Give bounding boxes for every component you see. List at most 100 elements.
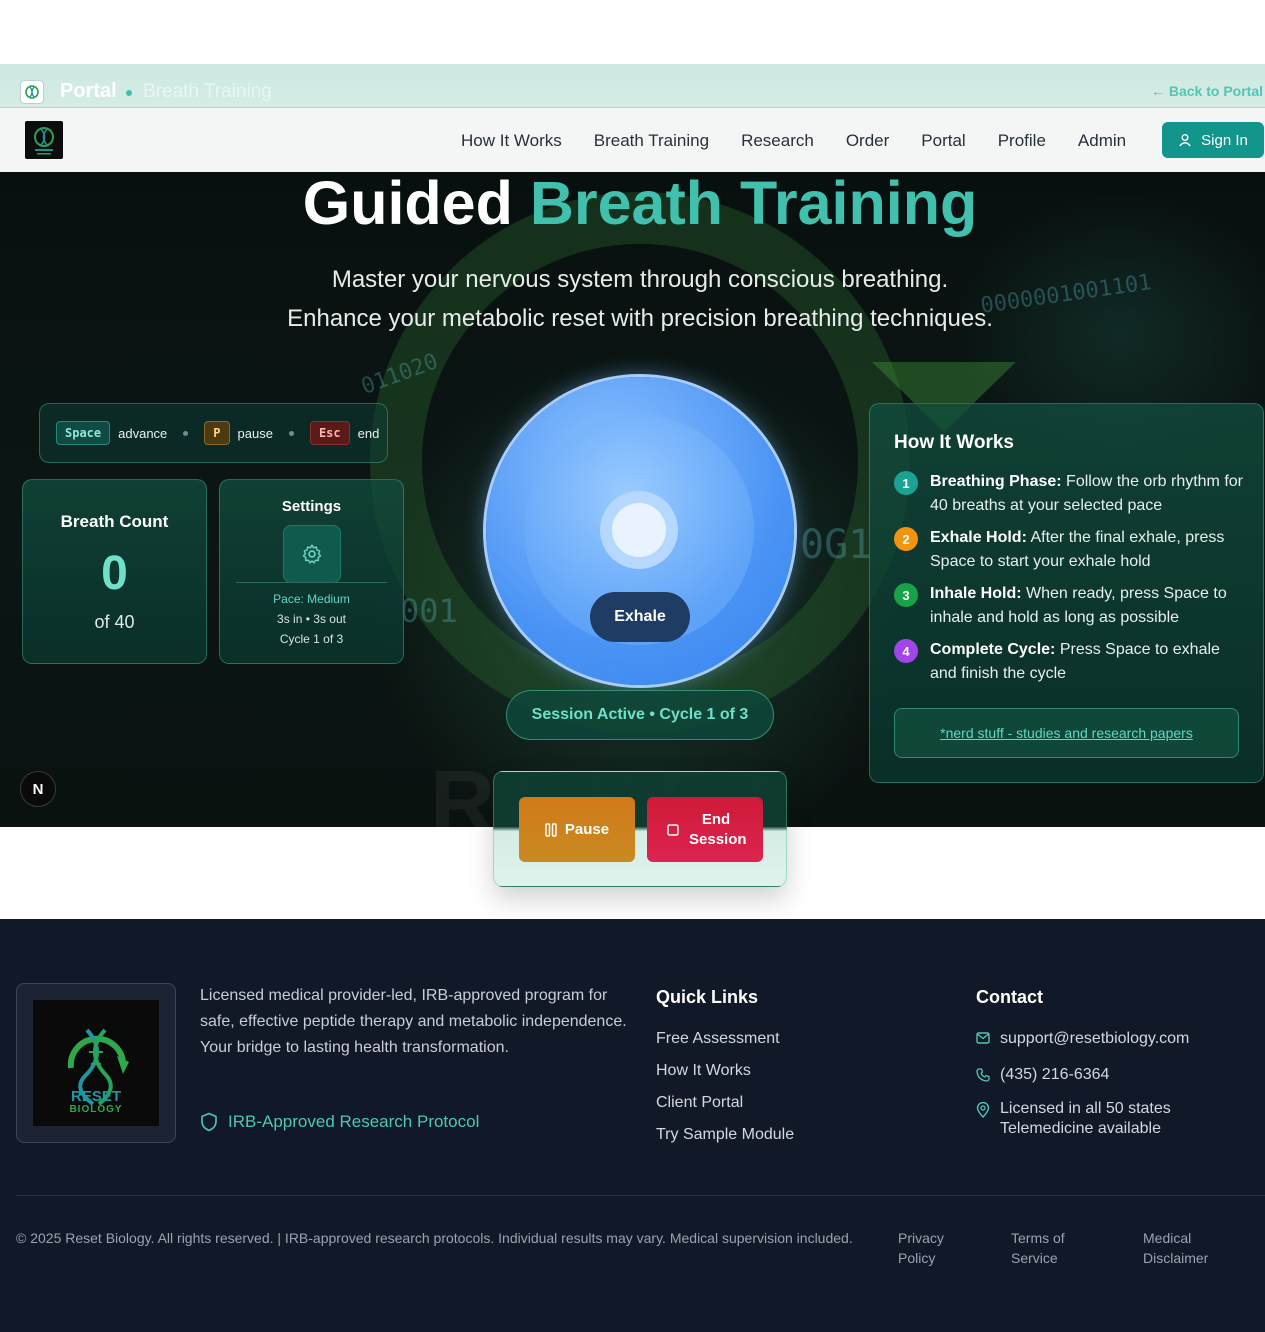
- p-action: pause: [237, 425, 273, 441]
- p-key: P: [204, 421, 230, 445]
- step-text: Breathing Phase: Follow the orb rhythm f…: [930, 470, 1244, 518]
- map-pin-icon: [976, 1102, 990, 1118]
- phone-text: (435) 216-6364: [1000, 1066, 1110, 1083]
- sign-in-button[interactable]: Sign In: [1162, 122, 1264, 158]
- shield-icon: [201, 1112, 217, 1132]
- logo-subtext: BIOLOGY: [69, 1104, 122, 1115]
- breath-count-total: of 40: [94, 612, 135, 632]
- licensed-text: Licensed in all 50 states: [1000, 1100, 1171, 1117]
- footer-link-sample-module[interactable]: Try Sample Module: [656, 1126, 794, 1144]
- irb-badge: IRB-Approved Research Protocol: [200, 1112, 479, 1132]
- breath-count-value: 0: [101, 547, 128, 600]
- background-binary: 0G1: [800, 522, 873, 568]
- privacy-policy-link[interactable]: Privacy Policy: [898, 1228, 958, 1268]
- nav-order[interactable]: Order: [830, 131, 905, 151]
- nav-profile[interactable]: Profile: [982, 131, 1062, 151]
- step-title: Complete Cycle:: [930, 641, 1056, 658]
- page-title: Guided Breath Training: [0, 172, 1265, 238]
- gear-icon: [302, 544, 322, 564]
- portal-title[interactable]: Portal: [60, 80, 117, 103]
- step-number: 2: [894, 527, 918, 551]
- back-to-portal-link[interactable]: ← Back to Portal: [1151, 83, 1263, 99]
- research-papers-link[interactable]: *nerd stuff - studies and research paper…: [940, 725, 1193, 741]
- cycle-label: Cycle 1 of 3: [279, 632, 344, 646]
- contact-title: Contact: [976, 987, 1043, 1007]
- end-session-button[interactable]: End Session: [647, 797, 763, 862]
- session-status: Session Active • Cycle 1 of 3: [506, 690, 774, 740]
- reset-biology-logo-icon: [34, 127, 54, 155]
- how-step: 1 Breathing Phase: Follow the orb rhythm…: [894, 470, 1244, 518]
- reset-biology-logo-icon: RESET BIOLOGY: [67, 1028, 129, 1115]
- how-it-works-title: How It Works: [894, 432, 1014, 453]
- contact-phone[interactable]: (435) 216-6364: [976, 1065, 1109, 1085]
- footer-link-free-assessment[interactable]: Free Assessment: [656, 1030, 780, 1048]
- step-title: Exhale Hold:: [930, 529, 1027, 546]
- step-text: Exhale Hold: After the final exhale, pre…: [930, 526, 1244, 574]
- step-number: 4: [894, 639, 918, 663]
- timing-label: 3s in • 3s out: [277, 612, 346, 626]
- main-navbar: How It Works Breath Training Research Or…: [0, 107, 1265, 172]
- step-number: 1: [894, 471, 918, 495]
- nav-admin[interactable]: Admin: [1062, 131, 1142, 151]
- quick-links-title: Quick Links: [656, 987, 759, 1007]
- session-controls: Pause End Session: [493, 771, 787, 887]
- settings-button[interactable]: [283, 525, 341, 583]
- how-it-works-card: How It Works 1 Breathing Phase: Follow t…: [869, 403, 1264, 783]
- terms-of-service-link[interactable]: Terms of Service: [1011, 1228, 1081, 1268]
- phone-icon: [976, 1068, 990, 1082]
- separator-dot: [288, 430, 294, 436]
- orb-core: [612, 503, 666, 557]
- footer-description: Licensed medical provider-led, IRB-appro…: [200, 987, 627, 1056]
- portal-logo[interactable]: [20, 80, 44, 104]
- breadcrumb-current: Breath Training: [143, 81, 272, 102]
- nav-links: How It Works Breath Training Research Or…: [445, 108, 1142, 173]
- stop-icon: [667, 823, 679, 836]
- how-step: 3 Inhale Hold: When ready, press Space t…: [894, 582, 1244, 630]
- footer-logo-box: RESET BIOLOGY: [16, 983, 176, 1143]
- medical-disclaimer-link[interactable]: Medical Disclaimer: [1143, 1228, 1223, 1268]
- title-plain: Guided: [302, 172, 513, 237]
- keyboard-shortcuts: Space advance P pause Esc end: [39, 403, 388, 463]
- nav-how-it-works[interactable]: How It Works: [445, 131, 578, 151]
- settings-divider: [236, 582, 387, 583]
- step-title: Inhale Hold:: [930, 585, 1022, 602]
- breath-count-title: Breath Count: [60, 512, 169, 531]
- location-text: Licensed in all 50 states Telemedicine a…: [1000, 1099, 1171, 1139]
- dev-tools-badge[interactable]: N: [20, 771, 56, 807]
- breath-count-card: Breath Count 0 of 40: [22, 479, 207, 664]
- step-text: Complete Cycle: Press Space to exhale an…: [930, 638, 1244, 686]
- site-logo[interactable]: [25, 121, 63, 159]
- nav-research[interactable]: Research: [725, 131, 830, 151]
- portal-header: Portal Breath Training ← Back to Portal: [0, 64, 1265, 112]
- irb-badge-label: IRB-Approved Research Protocol: [228, 1112, 480, 1131]
- footer-link-client-portal[interactable]: Client Portal: [656, 1094, 743, 1112]
- pause-icon: [545, 822, 557, 837]
- footer-logo[interactable]: RESET BIOLOGY: [33, 1000, 159, 1126]
- sign-in-label: Sign In: [1201, 131, 1248, 149]
- research-link-box: *nerd stuff - studies and research paper…: [894, 708, 1239, 758]
- esc-action: end: [357, 425, 380, 441]
- space-action: advance: [118, 425, 168, 441]
- email-text: support@resetbiology.com: [1000, 1030, 1190, 1047]
- title-accent: Breath Training: [529, 172, 978, 237]
- contact-email[interactable]: support@resetbiology.com: [976, 1029, 1189, 1049]
- pause-label: Pause: [564, 821, 610, 838]
- nav-portal[interactable]: Portal: [905, 131, 981, 151]
- telemedicine-text: Telemedicine available: [1000, 1120, 1161, 1137]
- breadcrumb-separator: [126, 90, 132, 96]
- separator-dot: [183, 430, 189, 436]
- nav-breath-training[interactable]: Breath Training: [578, 131, 725, 151]
- hero-subtitle: Enhance your metabolic reset with precis…: [287, 305, 993, 332]
- dna-logo-icon: [25, 85, 39, 99]
- settings-title: Settings: [281, 498, 342, 515]
- copyright-text: © 2025 Reset Biology. All rights reserve…: [16, 1230, 853, 1246]
- site-footer: RESET BIOLOGY Licensed medical provider-…: [0, 919, 1265, 1332]
- step-title: Breathing Phase:: [930, 473, 1062, 490]
- breath-phase-label: Exhale: [590, 592, 690, 642]
- space-key: Space: [56, 421, 111, 445]
- pause-button[interactable]: Pause: [519, 797, 635, 862]
- breathing-orb[interactable]: Exhale: [486, 377, 794, 685]
- breath-training-hero: 0000001001101 011020 0G1 001 RESET Guide…: [0, 172, 1265, 827]
- footer-link-how-it-works[interactable]: How It Works: [656, 1062, 751, 1080]
- settings-card: Settings Pace: Medium 3s in • 3s out Cyc…: [219, 479, 404, 664]
